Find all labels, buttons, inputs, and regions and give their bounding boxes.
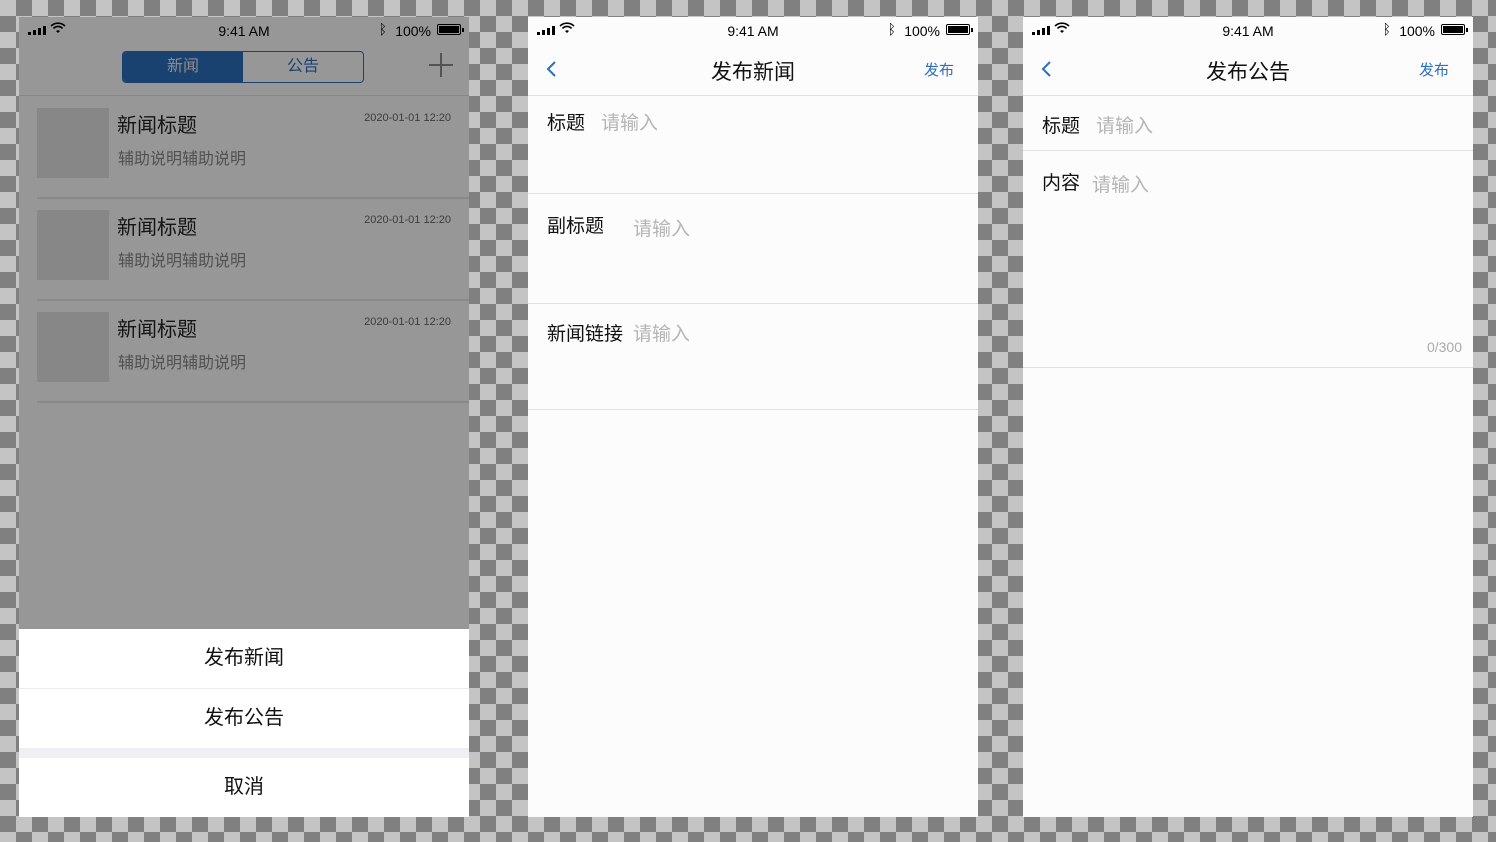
publish-button[interactable]: 发布 <box>1419 59 1449 80</box>
publish-announcement-screen: 9:41 AM ᛒ 100% 发布公告 发布 标题 请输入 内容 请输入 0/3… <box>1023 17 1473 817</box>
subtitle-input[interactable]: 请输入 <box>633 214 690 241</box>
status-bar: 9:41 AM ᛒ 100% <box>528 17 978 45</box>
cancel-button[interactable]: 取消 <box>19 758 469 817</box>
publish-news-option[interactable]: 发布新闻 <box>19 629 469 689</box>
nav-bar: 发布公告 发布 <box>1023 45 1473 96</box>
field-label: 标题 <box>547 113 586 134</box>
news-link-field[interactable]: 新闻链接 请输入 <box>528 304 978 410</box>
status-bar: 9:41 AM ᛒ 100% <box>1023 17 1473 45</box>
nav-bar: 发布新闻 发布 <box>528 45 978 96</box>
content-field[interactable]: 内容 请输入 0/300 <box>1023 151 1473 368</box>
field-label: 内容 <box>1042 173 1081 194</box>
title-field[interactable]: 标题 请输入 <box>528 96 978 194</box>
page-title: 发布公告 <box>1206 61 1290 84</box>
subtitle-field[interactable]: 副标题 请输入 <box>528 194 978 304</box>
content-textarea[interactable]: 请输入 <box>1092 170 1149 197</box>
title-field[interactable]: 标题 请输入 <box>1023 96 1473 151</box>
battery-icon <box>946 24 973 35</box>
battery-percent: 100% <box>904 23 940 39</box>
character-counter: 0/300 <box>1426 339 1462 355</box>
publish-announcement-option[interactable]: 发布公告 <box>19 689 469 748</box>
bluetooth-icon: ᛒ <box>887 21 896 37</box>
battery-percent: 100% <box>1399 23 1435 39</box>
news-link-input[interactable]: 请输入 <box>633 319 690 346</box>
page-title: 发布新闻 <box>711 61 795 84</box>
field-label: 标题 <box>1042 116 1081 137</box>
field-label: 副标题 <box>547 216 605 237</box>
battery-icon <box>1441 24 1468 35</box>
publish-news-screen: 9:41 AM ᛒ 100% 发布新闻 发布 标题 请输入 副标题 请输入 新闻… <box>528 17 978 817</box>
title-input[interactable]: 请输入 <box>601 108 658 135</box>
title-input[interactable]: 请输入 <box>1096 111 1153 138</box>
publish-button[interactable]: 发布 <box>924 59 954 80</box>
field-label: 新闻链接 <box>547 324 624 345</box>
bluetooth-icon: ᛒ <box>1382 21 1391 37</box>
action-sheet: 发布新闻 发布公告 取消 <box>19 629 469 817</box>
news-list-screen: 9:41 AM ᛒ 100% 新闻 公告 新闻标题 辅助说明辅助说明 2020-… <box>19 17 469 817</box>
